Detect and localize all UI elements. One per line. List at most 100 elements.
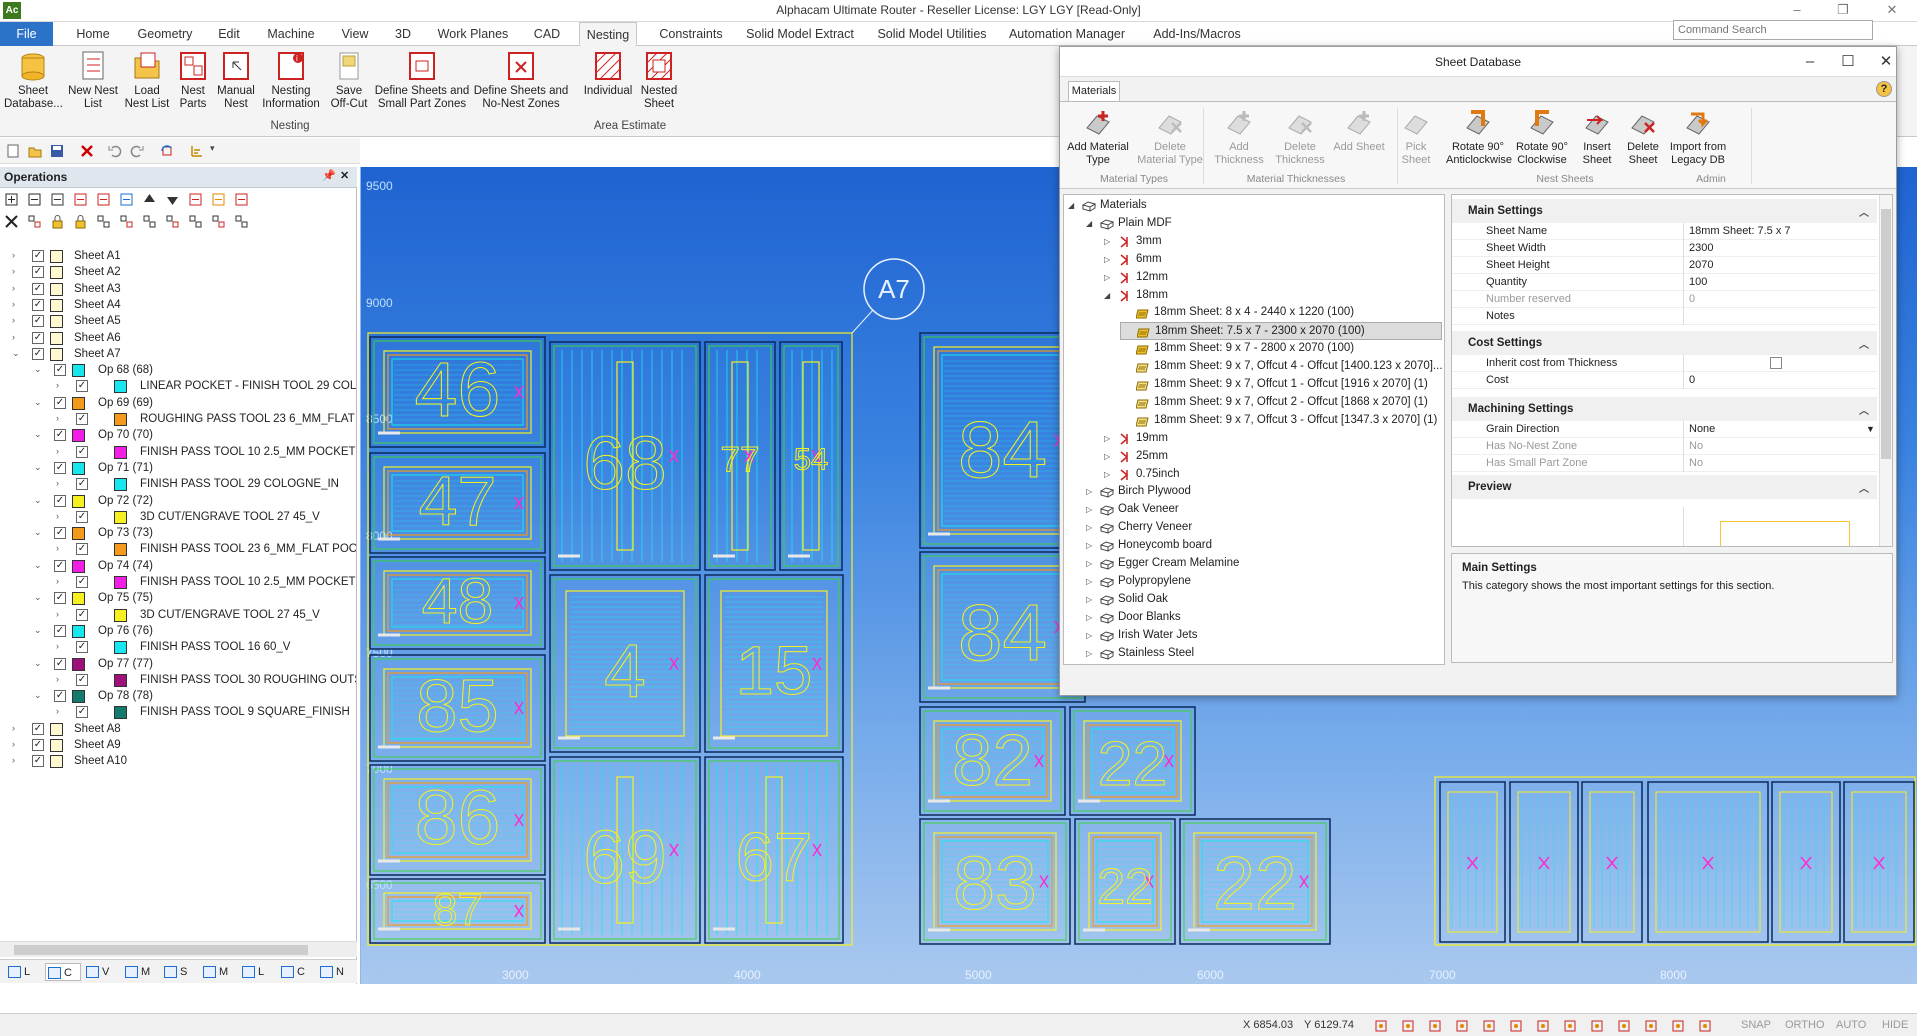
nested-part[interactable]: 15: [704, 574, 844, 753]
chevron-down-icon[interactable]: ◢: [1086, 219, 1092, 228]
visibility-checkbox[interactable]: ✓: [76, 380, 88, 393]
nested-part[interactable]: 82: [919, 706, 1066, 816]
sheet-row[interactable]: › ✓ Sheet A2: [0, 265, 356, 281]
new-nest-list-button[interactable]: New Nest List: [66, 50, 120, 110]
visibility-checkbox[interactable]: ✓: [76, 543, 88, 556]
chevron-down-icon[interactable]: ⌄: [34, 462, 43, 472]
visibility-checkbox[interactable]: ✓: [54, 396, 66, 409]
sheet-row[interactable]: › ✓ Sheet A5: [0, 314, 356, 330]
operation-row[interactable]: ⌄ ✓ Op 68 (68): [0, 363, 356, 379]
pass-row[interactable]: › ✓ FINISH PASS TOOL 9 SQUARE_FINISH: [0, 705, 356, 721]
wand-icon[interactable]: [234, 192, 249, 207]
dialog-maximize-icon[interactable]: ☐: [1828, 47, 1868, 77]
chevron-down-icon[interactable]: ◢: [1104, 291, 1110, 300]
chevron-right-icon[interactable]: ▷: [1104, 237, 1110, 246]
tab-machine[interactable]: Machine: [261, 22, 321, 46]
thickness-node[interactable]: ▷ 0.75inch: [1064, 466, 1444, 484]
nested-part[interactable]: 83: [919, 818, 1071, 945]
pass-row[interactable]: › ✓ FINISH PASS TOOL 10 2.5_MM POCKETING T…: [0, 445, 356, 461]
visibility-checkbox[interactable]: ✓: [76, 413, 88, 425]
chevron-right-icon[interactable]: ▷: [1104, 255, 1110, 264]
chevron-right-icon[interactable]: ›: [56, 674, 65, 684]
property-row[interactable]: Inherit cost from Thickness: [1452, 355, 1877, 372]
op-settings-icon[interactable]: [73, 192, 88, 207]
visibility-checkbox[interactable]: ✓: [32, 722, 44, 735]
tab-geometry[interactable]: Geometry: [133, 22, 197, 46]
tab-automation-manager[interactable]: Automation Manager: [1006, 22, 1128, 46]
chevron-right-icon[interactable]: ▷: [1086, 613, 1092, 622]
help-icon[interactable]: ?: [1876, 81, 1892, 97]
chevron-right-icon[interactable]: ›: [56, 707, 65, 716]
add-sheet-button[interactable]: Add Sheet: [1332, 108, 1386, 154]
nested-part[interactable]: 86: [369, 764, 546, 876]
snap-mode-icon[interactable]: [1617, 1019, 1631, 1033]
add-material-type-button[interactable]: Add Material Type: [1064, 108, 1132, 166]
snap-mode-icon[interactable]: [1563, 1019, 1577, 1033]
visibility-checkbox[interactable]: ✓: [54, 461, 66, 474]
load-nest-list-button[interactable]: Load Nest List: [121, 50, 173, 110]
operation-row[interactable]: ⌄ ✓ Op 69 (69): [0, 396, 356, 412]
edit-icon[interactable]: [211, 192, 226, 207]
visibility-checkbox[interactable]: ✓: [76, 576, 88, 588]
chevron-down-icon[interactable]: ⌄: [34, 430, 43, 439]
visibility-checkbox[interactable]: ✓: [54, 364, 66, 377]
operation-row[interactable]: ⌄ ✓ Op 78 (78): [0, 689, 356, 705]
nested-part[interactable]: 85: [369, 654, 546, 762]
chevron-right-icon[interactable]: ›: [12, 740, 21, 749]
material-node[interactable]: ▷ Stainless Steel: [1064, 645, 1444, 663]
chevron-down-icon[interactable]: ⌄: [12, 348, 21, 358]
property-row[interactable]: Grain Direction None: [1452, 421, 1877, 438]
chevron-right-icon[interactable]: ›: [12, 299, 21, 309]
property-row[interactable]: Cost 0: [1452, 372, 1877, 389]
add-thickness-button[interactable]: Add Thickness: [1208, 108, 1270, 166]
material-node[interactable]: ▷ Oak Veneer: [1064, 501, 1444, 519]
sheet-row[interactable]: ⌄ ✓ Sheet A7: [0, 347, 356, 363]
minimize-icon[interactable]: –: [1777, 0, 1817, 22]
chevron-right-icon[interactable]: ▷: [1086, 559, 1092, 568]
snap-mode-icon[interactable]: [1671, 1019, 1685, 1033]
move-down-icon[interactable]: [165, 192, 180, 207]
chevron-down-icon[interactable]: ⌄: [34, 560, 43, 570]
nested-part[interactable]: 22: [1179, 818, 1331, 945]
visibility-checkbox[interactable]: ✓: [32, 331, 44, 344]
snap-mode-icon[interactable]: [1644, 1019, 1658, 1033]
chevron-down-icon[interactable]: ⌄: [34, 528, 43, 537]
chevron-right-icon[interactable]: ▷: [1104, 434, 1110, 443]
visibility-checkbox[interactable]: ✓: [32, 298, 44, 311]
pass-row[interactable]: › ✓ FINISH PASS TOOL 30 ROUGHING OUTSIDE: [0, 673, 356, 689]
chevron-right-icon[interactable]: ›: [56, 642, 65, 651]
thickness-node[interactable]: ▷ 12mm: [1064, 269, 1444, 287]
sheet-node[interactable]: 18mm Sheet: 7.5 x 7 - 2300 x 2070 (100): [1120, 322, 1442, 341]
nested-part[interactable]: 47: [369, 452, 546, 554]
chevron-down-icon[interactable]: ⌄: [34, 397, 43, 407]
materials-root[interactable]: ◢ Materials: [1064, 197, 1444, 215]
define-no-nest-zones-button[interactable]: Define Sheets and No-Nest Zones: [472, 50, 570, 110]
panel-tab[interactable]: S: [162, 963, 198, 981]
chevron-right-icon[interactable]: ›: [12, 267, 21, 276]
thickness-node[interactable]: ▷ 6mm: [1064, 251, 1444, 269]
save-icon[interactable]: [50, 144, 64, 158]
property-value[interactable]: 2070: [1689, 259, 1713, 271]
chevron-right-icon[interactable]: ›: [56, 479, 65, 488]
undo-icon[interactable]: [108, 144, 122, 158]
sheet-node[interactable]: 18mm Sheet: 9 x 7 - 2800 x 2070 (100): [1064, 340, 1444, 358]
nested-part[interactable]: 69: [549, 756, 701, 944]
operation-row[interactable]: ⌄ ✓ Op 72 (72): [0, 494, 356, 510]
visibility-checkbox[interactable]: ✓: [54, 559, 66, 572]
individual-area-button[interactable]: Individual: [580, 50, 636, 98]
sheet-row[interactable]: › ✓ Sheet A9: [0, 738, 356, 754]
nested-part[interactable]: 87: [369, 878, 546, 944]
tab-file[interactable]: File: [0, 22, 53, 46]
machining-settings-section[interactable]: Machining Settings ︿: [1452, 397, 1877, 421]
nested-part[interactable]: 22: [1074, 818, 1176, 945]
horizontal-scrollbar[interactable]: [0, 941, 357, 957]
chevron-right-icon[interactable]: ▷: [1086, 577, 1092, 586]
visibility-checkbox[interactable]: ✓: [76, 608, 88, 621]
sheet-node[interactable]: 18mm Sheet: 9 x 7, Offcut 4 - Offcut [14…: [1064, 358, 1444, 376]
chevron-right-icon[interactable]: ›: [12, 316, 21, 325]
pass-row[interactable]: › ✓ FINISH PASS TOOL 10 2.5_MM POCKETING T…: [0, 575, 356, 591]
property-row[interactable]: Sheet Width 2300: [1452, 240, 1877, 257]
snap-mode-icon[interactable]: [1509, 1019, 1523, 1033]
chevron-right-icon[interactable]: ›: [56, 381, 65, 390]
rotate-clockwise-button[interactable]: Rotate 90° Clockwise: [1514, 108, 1570, 166]
